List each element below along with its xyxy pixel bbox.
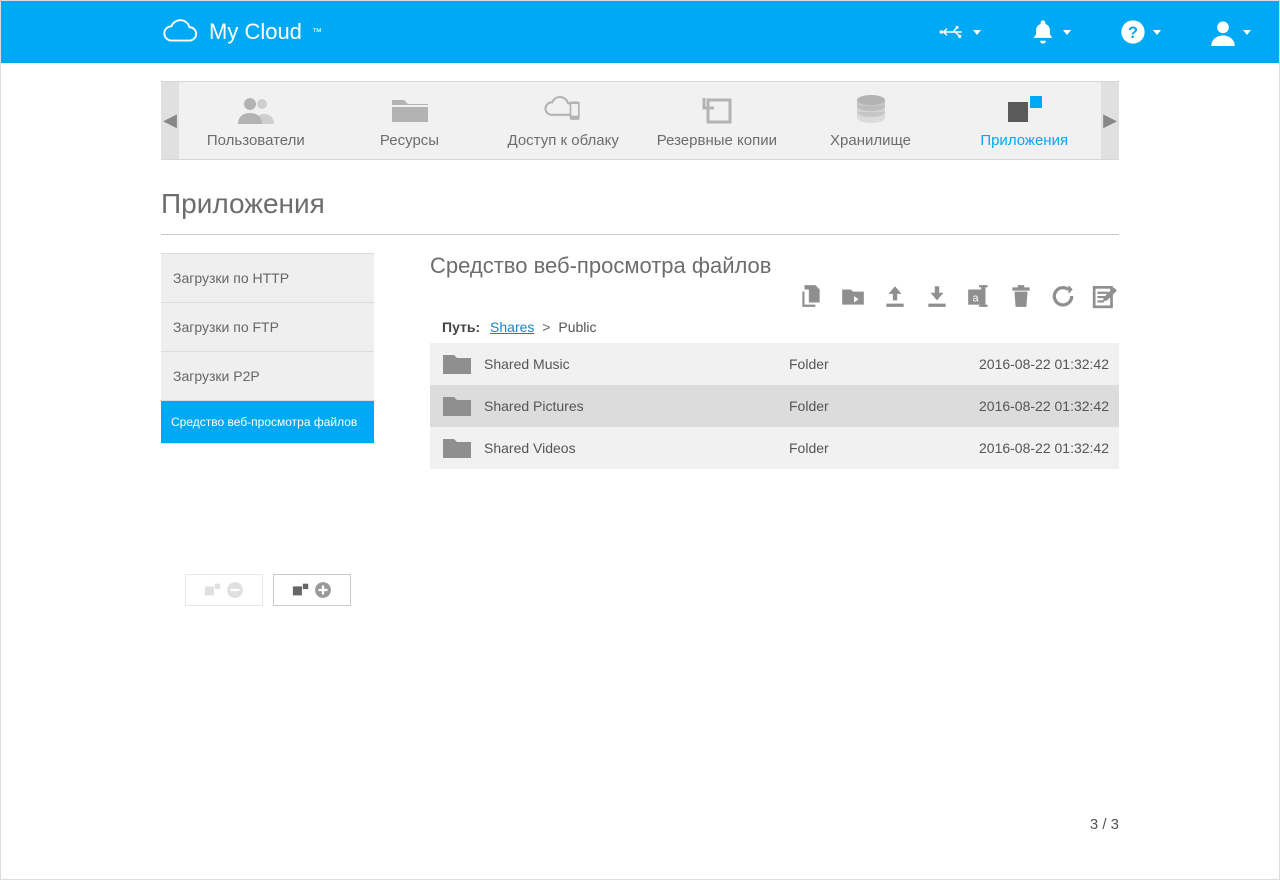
edit-button[interactable] xyxy=(1091,283,1119,309)
sidebar-item-label: Загрузки по FTP xyxy=(173,319,279,335)
edit-icon xyxy=(1091,283,1119,309)
page-title: Приложения xyxy=(161,188,1119,235)
tab-storage[interactable]: Хранилище xyxy=(794,82,948,159)
move-button[interactable] xyxy=(839,283,867,309)
upload-icon xyxy=(881,283,909,309)
sidebar-item-p2p[interactable]: Загрузки P2P xyxy=(161,352,374,401)
apps-icon xyxy=(1004,94,1044,124)
user-icon xyxy=(1209,18,1237,46)
plus-circle-icon xyxy=(314,581,332,599)
rename-icon: a xyxy=(965,283,993,309)
cloud-icon xyxy=(161,19,199,45)
path-current: Public xyxy=(558,319,596,335)
notifications-menu[interactable] xyxy=(1029,18,1071,46)
tab-users[interactable]: Пользователи xyxy=(179,82,333,159)
file-row[interactable]: Shared Pictures Folder 2016-08-22 01:32:… xyxy=(430,385,1119,427)
file-row[interactable]: Shared Videos Folder 2016-08-22 01:32:42 xyxy=(430,427,1119,469)
delete-button[interactable] xyxy=(1007,283,1035,309)
copy-button[interactable] xyxy=(797,283,825,309)
top-actions: ? xyxy=(939,18,1261,46)
file-type: Folder xyxy=(789,356,949,372)
brand[interactable]: My Cloud ™ xyxy=(161,19,322,45)
top-header: My Cloud ™ ? xyxy=(1,1,1279,63)
minus-circle-icon xyxy=(226,581,244,599)
chevron-down-icon xyxy=(1063,30,1071,35)
folder-icon xyxy=(442,436,472,460)
sidebar-item-label: Средство веб-просмотра файлов xyxy=(171,415,357,429)
path-sep: > xyxy=(542,319,550,335)
usb-menu[interactable] xyxy=(939,18,981,46)
move-icon xyxy=(839,283,867,309)
file-list: Shared Music Folder 2016-08-22 01:32:42 … xyxy=(430,343,1119,469)
tab-label: Резервные копии xyxy=(657,132,777,149)
help-icon: ? xyxy=(1119,18,1147,46)
chevron-down-icon xyxy=(1243,30,1251,35)
file-date: 2016-08-22 01:32:42 xyxy=(949,398,1109,414)
upload-button[interactable] xyxy=(881,283,909,309)
folder-icon xyxy=(390,94,430,124)
remove-app-button xyxy=(185,574,263,606)
rename-button[interactable]: a xyxy=(965,283,993,309)
file-date: 2016-08-22 01:32:42 xyxy=(949,440,1109,456)
tab-label: Приложения xyxy=(980,132,1068,149)
trash-icon xyxy=(1007,283,1035,309)
svg-text:?: ? xyxy=(1128,24,1138,42)
main-heading: Средство веб-просмотра файлов xyxy=(430,253,1119,279)
trademark-icon: ™ xyxy=(312,27,322,38)
file-type: Folder xyxy=(789,398,949,414)
file-name: Shared Videos xyxy=(484,440,789,456)
download-button[interactable] xyxy=(923,283,951,309)
user-menu[interactable] xyxy=(1209,18,1251,46)
apps-small-icon xyxy=(292,581,310,599)
tab-cloud-access[interactable]: Доступ к облаку xyxy=(486,82,640,159)
apps-small-icon xyxy=(204,581,222,599)
svg-text:a: a xyxy=(973,292,980,304)
file-name: Shared Pictures xyxy=(484,398,789,414)
file-date: 2016-08-22 01:32:42 xyxy=(949,356,1109,372)
users-icon xyxy=(236,94,276,124)
main-panel: Средство веб-просмотра файлов a Путь: Sh… xyxy=(374,253,1119,606)
sidebar-item-ftp[interactable]: Загрузки по FTP xyxy=(161,303,374,352)
help-menu[interactable]: ? xyxy=(1119,18,1161,46)
breadcrumb: Путь: Shares > Public xyxy=(430,319,1119,335)
tab-label: Хранилище xyxy=(830,132,911,149)
sidebar-item-http[interactable]: Загрузки по HTTP xyxy=(161,254,374,303)
sidebar-item-label: Загрузки по HTTP xyxy=(173,270,289,286)
folder-icon xyxy=(442,394,472,418)
add-app-button[interactable] xyxy=(273,574,351,606)
chevron-down-icon xyxy=(973,30,981,35)
file-type: Folder xyxy=(789,440,949,456)
file-toolbar: a xyxy=(430,283,1119,309)
folder-icon xyxy=(442,352,472,376)
path-root-link[interactable]: Shares xyxy=(490,319,534,335)
item-count: 3 / 3 xyxy=(1,816,1119,833)
cloud-device-icon xyxy=(543,94,583,124)
content: Загрузки по HTTP Загрузки по FTP Загрузк… xyxy=(161,253,1119,606)
nav-tabs: ◀ Пользователи Ресурсы Доступ к облаку Р… xyxy=(161,81,1119,160)
sidebar-item-label: Загрузки P2P xyxy=(173,368,260,384)
tab-label: Доступ к облаку xyxy=(508,132,619,149)
tabs-next[interactable]: ▶ xyxy=(1101,81,1119,160)
download-icon xyxy=(923,283,951,309)
tab-backup[interactable]: Резервные копии xyxy=(640,82,794,159)
tab-label: Ресурсы xyxy=(380,132,439,149)
storage-icon xyxy=(851,94,891,124)
refresh-button[interactable] xyxy=(1049,283,1077,309)
tab-apps[interactable]: Приложения xyxy=(947,82,1101,159)
file-name: Shared Music xyxy=(484,356,789,372)
refresh-icon xyxy=(1049,283,1077,309)
sidebar-item-file-viewer[interactable]: Средство веб-просмотра файлов xyxy=(161,401,374,444)
path-label: Путь: xyxy=(442,319,480,335)
brand-text: My Cloud xyxy=(209,19,302,45)
backup-icon xyxy=(697,94,737,124)
copy-icon xyxy=(797,283,825,309)
file-row[interactable]: Shared Music Folder 2016-08-22 01:32:42 xyxy=(430,343,1119,385)
tab-resources[interactable]: Ресурсы xyxy=(333,82,487,159)
chevron-down-icon xyxy=(1153,30,1161,35)
tab-label: Пользователи xyxy=(207,132,305,149)
usb-icon xyxy=(939,18,967,46)
sidebar: Загрузки по HTTP Загрузки по FTP Загрузк… xyxy=(161,253,374,606)
tabs-prev[interactable]: ◀ xyxy=(161,81,179,160)
bell-icon xyxy=(1029,18,1057,46)
